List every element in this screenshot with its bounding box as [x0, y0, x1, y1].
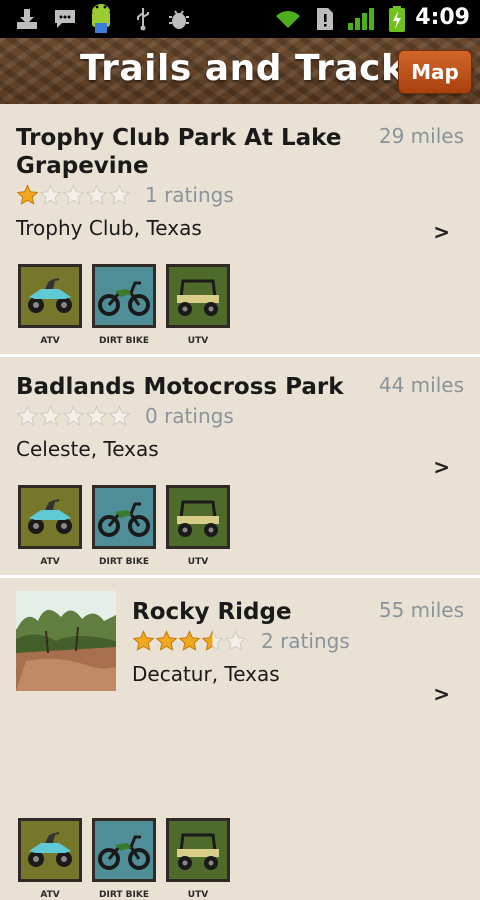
location-label: Trophy Club, Texas	[16, 216, 202, 240]
dirt-bike-icon	[92, 485, 156, 549]
star-icon	[108, 404, 131, 428]
list-item[interactable]: Badlands Motocross Park 44 miles 0 ratin…	[0, 357, 480, 575]
debug-icon	[166, 6, 192, 32]
star-icon	[39, 404, 62, 428]
download-icon	[14, 6, 40, 32]
atv-icon	[18, 264, 82, 328]
location-label: Celeste, Texas	[16, 437, 159, 461]
star-icon	[39, 183, 62, 207]
sms-icon	[52, 6, 78, 32]
ratings-count: 1 ratings	[145, 183, 234, 207]
star-icon	[108, 183, 131, 207]
dirt-bike-icon	[92, 818, 156, 882]
status-bar: 4:09	[0, 0, 480, 38]
star-icon	[62, 404, 85, 428]
star-icon	[201, 629, 224, 653]
wifi-icon	[274, 6, 302, 32]
star-rating	[16, 404, 131, 428]
distance-label: 55 miles	[378, 598, 464, 622]
star-icon	[62, 183, 85, 207]
trail-thumbnail	[16, 591, 116, 691]
star-icon	[178, 629, 201, 653]
type-label: UTV	[187, 557, 209, 567]
utv-icon	[166, 264, 230, 328]
utv-icon	[166, 818, 230, 882]
map-button[interactable]: Map	[398, 50, 472, 94]
battery-icon	[386, 6, 408, 32]
page-title: Trails and Tracks	[80, 48, 428, 89]
trail-name: Badlands Motocross Park	[16, 374, 344, 400]
rating-row: 0 ratings	[16, 403, 234, 429]
utv-icon	[166, 485, 230, 549]
type-label: UTV	[187, 890, 209, 900]
distance-label: 44 miles	[378, 373, 464, 397]
star-icon	[16, 183, 39, 207]
star-rating	[132, 629, 247, 653]
list-item[interactable]: Trophy Club Park At Lake Grapevine 29 mi…	[0, 104, 480, 354]
clock: 4:09	[415, 5, 470, 30]
rating-row: 2 ratings	[132, 628, 350, 654]
alert-icon	[312, 6, 338, 32]
star-icon	[16, 404, 39, 428]
atv-icon	[18, 818, 82, 882]
list-item[interactable]: Rocky Ridge 55 miles 2 ratings Decatur, …	[0, 578, 480, 900]
distance-label: 29 miles	[378, 124, 464, 148]
star-icon	[224, 629, 247, 653]
atv-icon	[18, 485, 82, 549]
dirt-bike-icon	[92, 264, 156, 328]
signal-icon	[346, 6, 376, 32]
chevron-right-icon: >	[433, 455, 450, 479]
chevron-right-icon: >	[433, 682, 450, 706]
ratings-count: 0 ratings	[145, 404, 234, 428]
location-label: Decatur, Texas	[132, 662, 280, 686]
star-icon	[132, 629, 155, 653]
app-header: Trails and Tracks Map	[0, 38, 480, 104]
trail-name: Trophy Club Park At Lake Grapevine	[16, 125, 342, 179]
ratings-count: 2 ratings	[261, 629, 350, 653]
star-rating	[16, 183, 131, 207]
usb-icon	[130, 6, 156, 32]
android-icon	[86, 1, 116, 35]
star-icon	[85, 404, 108, 428]
trail-name: Rocky Ridge	[132, 599, 292, 625]
chevron-right-icon: >	[433, 220, 450, 244]
rating-row: 1 ratings	[16, 182, 234, 208]
type-label: UTV	[187, 336, 209, 346]
star-icon	[85, 183, 108, 207]
star-icon	[155, 629, 178, 653]
